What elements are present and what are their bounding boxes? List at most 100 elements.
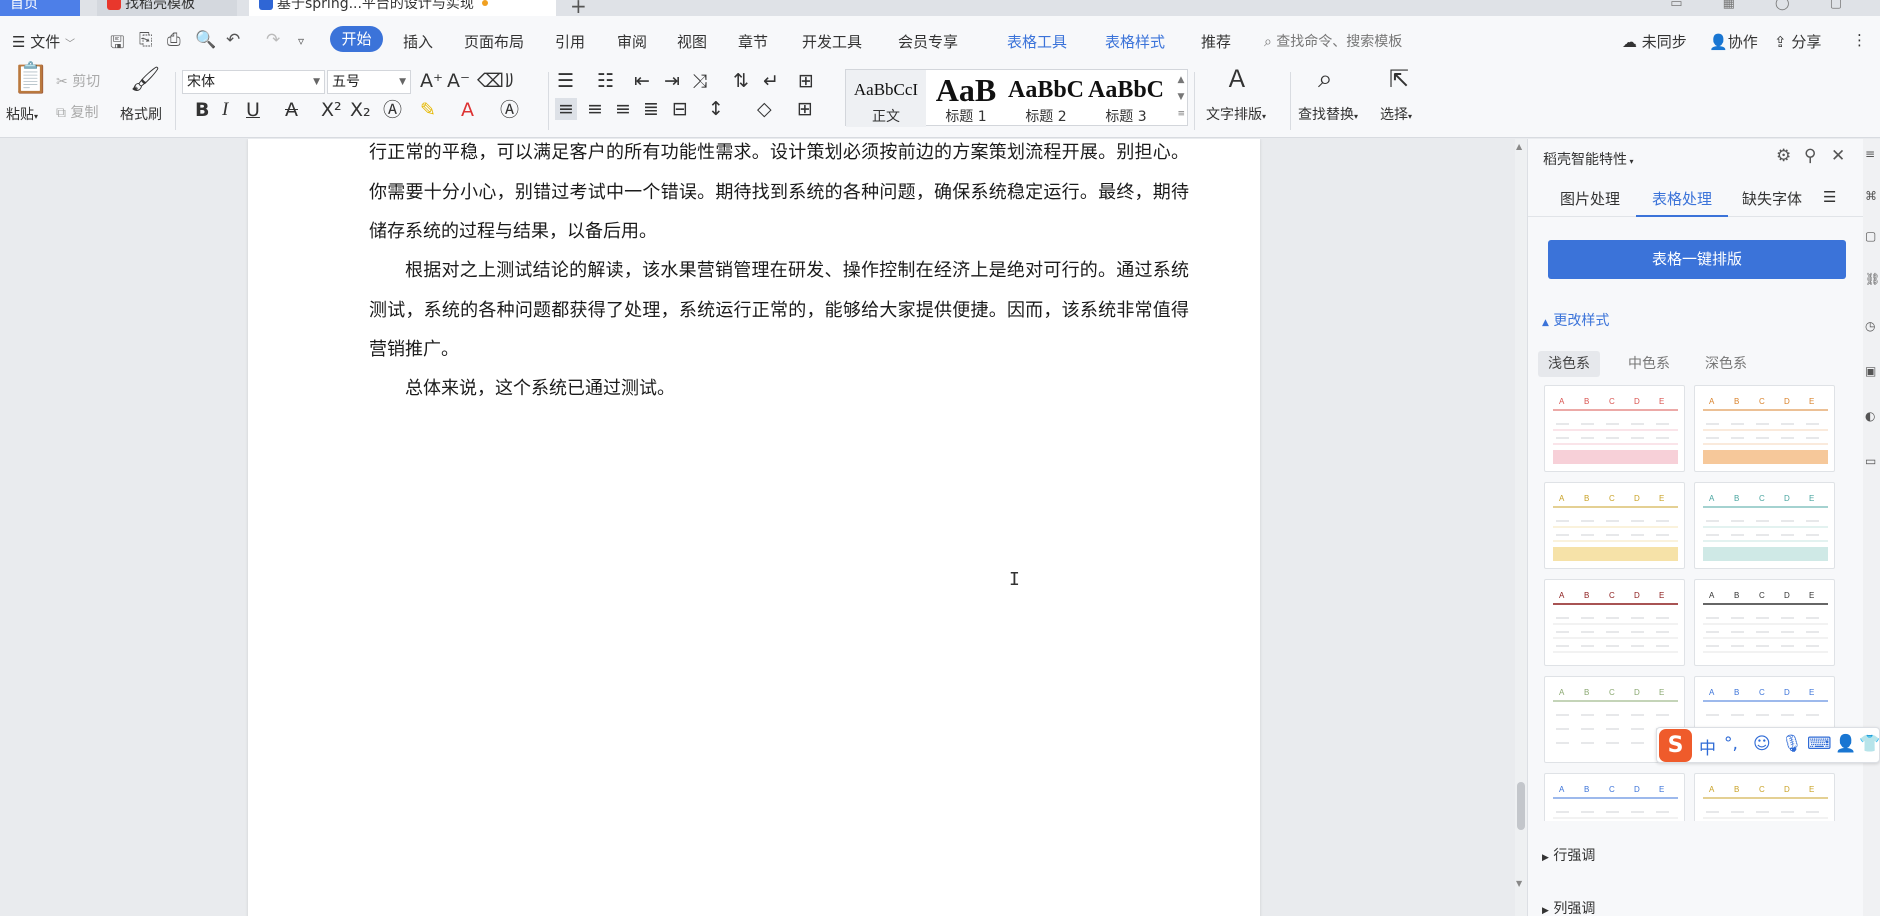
font-size-select[interactable]: 五号 ▼ [327, 70, 411, 94]
align-center-icon[interactable]: ≡ [587, 98, 603, 120]
menu-insert[interactable]: 插入 [403, 31, 433, 52]
microphone-icon[interactable]: 🎙 [1781, 734, 1803, 754]
one-click-format-button[interactable]: 表格一键排版 [1548, 240, 1846, 279]
collab-button[interactable]: 👤协作 [1709, 31, 1758, 52]
panel-tab-fonts[interactable]: 缺失字体 [1742, 188, 1802, 209]
table-style-thumb[interactable]: A B C D E [1694, 482, 1835, 569]
panel-tab-image[interactable]: 图片处理 [1560, 188, 1620, 209]
sort-icon[interactable]: ⇅ [733, 70, 749, 92]
collapse-icon[interactable]: ≡ [1865, 147, 1875, 161]
text-layout-button[interactable]: 文字排版▾ [1206, 104, 1266, 124]
menu-recommend[interactable]: 推荐 [1201, 31, 1231, 52]
menu-table-style[interactable]: 表格样式 [1105, 31, 1165, 52]
sidebar-tool-icon[interactable]: ⌘ [1865, 189, 1877, 203]
paragraph-3[interactable]: 总体来说，这个系统已通过测试。 [369, 369, 1189, 409]
ime-lang-toggle[interactable]: 中 [1699, 734, 1716, 759]
magnifier-icon[interactable]: ⌕ [1318, 66, 1333, 92]
sidebar-page-icon[interactable]: ▭ [1865, 454, 1876, 468]
menu-page-layout[interactable]: 页面布局 [464, 31, 524, 52]
export-pdf-icon[interactable]: ⎘ [139, 30, 153, 50]
numbering-icon[interactable]: ☷ [597, 70, 614, 92]
close-icon[interactable]: ✕ [1831, 146, 1845, 166]
menu-view[interactable]: 视图 [677, 31, 707, 52]
menu-chapter[interactable]: 章节 [738, 31, 768, 52]
filter-light[interactable]: 浅色系 [1538, 351, 1600, 377]
account-icon[interactable]: 👤 [1835, 734, 1856, 754]
sogou-logo-icon[interactable]: S [1659, 729, 1692, 762]
document-page[interactable]: 行正常的平稳，可以满足客户的所有功能性需求。设计策划必须按前边的方案策划流程开展… [248, 139, 1260, 916]
style-normal[interactable]: AaBbCcI 正文 [846, 70, 926, 127]
share-button[interactable]: ⇪ 分享 [1774, 31, 1821, 52]
print-preview-icon[interactable]: 🔍 [195, 30, 216, 50]
superscript-icon[interactable]: X² [321, 99, 342, 121]
phonetic-guide-icon[interactable]: ꡨ [505, 69, 514, 91]
format-painter-icon[interactable]: 🖌 [130, 67, 160, 91]
text-layout-icon[interactable]: Ａ [1225, 67, 1249, 91]
menu-table-tools[interactable]: 表格工具 [1007, 31, 1067, 52]
table-style-thumb[interactable]: A B C D E [1544, 579, 1685, 666]
table-style-thumb[interactable]: A B C D E [1694, 579, 1835, 666]
find-replace-button[interactable]: 查找替换▾ [1298, 104, 1358, 124]
tab-home[interactable]: 首页 [0, 0, 80, 16]
align-right-icon[interactable]: ≡ [615, 98, 631, 120]
increase-indent-icon[interactable]: ⇥ [664, 70, 680, 92]
more-icon[interactable]: ⋮ [1852, 31, 1867, 49]
font-name-select[interactable]: 宋体 ▼ [182, 70, 325, 94]
justify-icon[interactable]: ≣ [643, 98, 659, 120]
distribute-icon[interactable]: ⊟ [672, 98, 688, 120]
table-style-thumb[interactable]: A B C D E [1544, 773, 1685, 821]
panel-tab-table[interactable]: 表格处理 [1652, 188, 1712, 209]
clear-format-icon[interactable]: ⌫ [477, 70, 504, 92]
decrease-indent-icon[interactable]: ⇤ [634, 70, 650, 92]
copy-button[interactable]: ⧉ 复制 [56, 102, 98, 122]
grow-font-icon[interactable]: A⁺ [420, 70, 443, 92]
command-search[interactable]: ⌕ 查找命令、搜索模板 [1264, 31, 1402, 51]
save-icon[interactable]: 🖫 [110, 30, 124, 59]
scroll-down-icon[interactable]: ▼ [1516, 879, 1522, 888]
menu-references[interactable]: 引用 [555, 31, 585, 52]
text-effect-icon[interactable]: Ⓐ [383, 99, 402, 121]
paragraph-2[interactable]: 根据对之上测试结论的解读，该水果营销管理在研发、操作控制在经济上是绝对可行的。通… [369, 251, 1189, 370]
document-scrollbar[interactable]: ▲ ▼ [1515, 139, 1527, 916]
shrink-font-icon[interactable]: A⁻ [447, 70, 470, 92]
skin-shirt-icon[interactable]: 👕 [1859, 734, 1880, 754]
scrollbar-thumb[interactable] [1517, 782, 1525, 830]
redo-icon[interactable]: ↷ [266, 30, 280, 50]
char-border-icon[interactable]: Ⓐ [500, 99, 519, 121]
tab-templates[interactable]: 找稻壳模板 [97, 0, 237, 16]
shading-icon[interactable]: ◇ [757, 98, 772, 120]
menu-review[interactable]: 审阅 [617, 31, 647, 52]
ime-punct-toggle[interactable]: °, [1724, 734, 1738, 754]
sidebar-link-icon[interactable]: ⛓ [1865, 272, 1880, 286]
emoji-icon[interactable]: ☺ [1753, 734, 1771, 754]
change-style-toggle[interactable]: ▲ 更改样式 [1542, 310, 1609, 330]
style-heading2[interactable]: AaBbC 标题 2 [1006, 70, 1086, 127]
style-heading3[interactable]: AaBbC 标题 3 [1086, 70, 1166, 127]
scroll-up-icon[interactable]: ▲ [1516, 142, 1522, 151]
font-color-icon[interactable]: A [461, 99, 474, 121]
select-button[interactable]: 选择▾ [1380, 104, 1412, 124]
col-emphasis-toggle[interactable]: ▶ 列强调 [1542, 898, 1595, 916]
gear-icon[interactable]: ⚙ [1776, 146, 1791, 166]
format-painter-button[interactable]: 格式刷 [120, 104, 162, 124]
sidebar-doc-icon[interactable]: ▢ [1865, 229, 1876, 243]
undo-icon[interactable]: ↶ [226, 30, 240, 50]
paste-icon[interactable]: 📋 [12, 64, 49, 94]
panel-title-dropdown[interactable]: 稻壳智能特性 ▾ [1543, 149, 1634, 169]
style-heading1[interactable]: AaB 标题 1 [926, 70, 1006, 127]
sidebar-smart-icon[interactable]: ◐ [1865, 409, 1875, 423]
cut-button[interactable]: ✂ 剪切 [56, 71, 100, 91]
table-style-thumb[interactable]: A B C D E [1694, 385, 1835, 472]
table-style-thumb[interactable]: A B C D E [1544, 482, 1685, 569]
align-left-icon[interactable]: ≡ [555, 98, 577, 120]
filter-dark[interactable]: 深色系 [1695, 351, 1757, 377]
text-direction-icon[interactable]: ⤨ [692, 70, 707, 92]
menu-file[interactable]: ☰ 文件 ﹀ [12, 31, 75, 52]
new-tab-icon[interactable]: + [570, 0, 587, 16]
borders-icon[interactable]: ⊞ [797, 98, 813, 120]
show-marks-icon[interactable]: ↵ [763, 70, 779, 92]
table-style-thumb[interactable]: A B C D E [1544, 385, 1685, 472]
cursor-select-icon[interactable]: ⇱ [1389, 67, 1409, 91]
subscript-icon[interactable]: X₂ [350, 99, 371, 121]
highlight-icon[interactable]: ✎ [420, 99, 436, 121]
